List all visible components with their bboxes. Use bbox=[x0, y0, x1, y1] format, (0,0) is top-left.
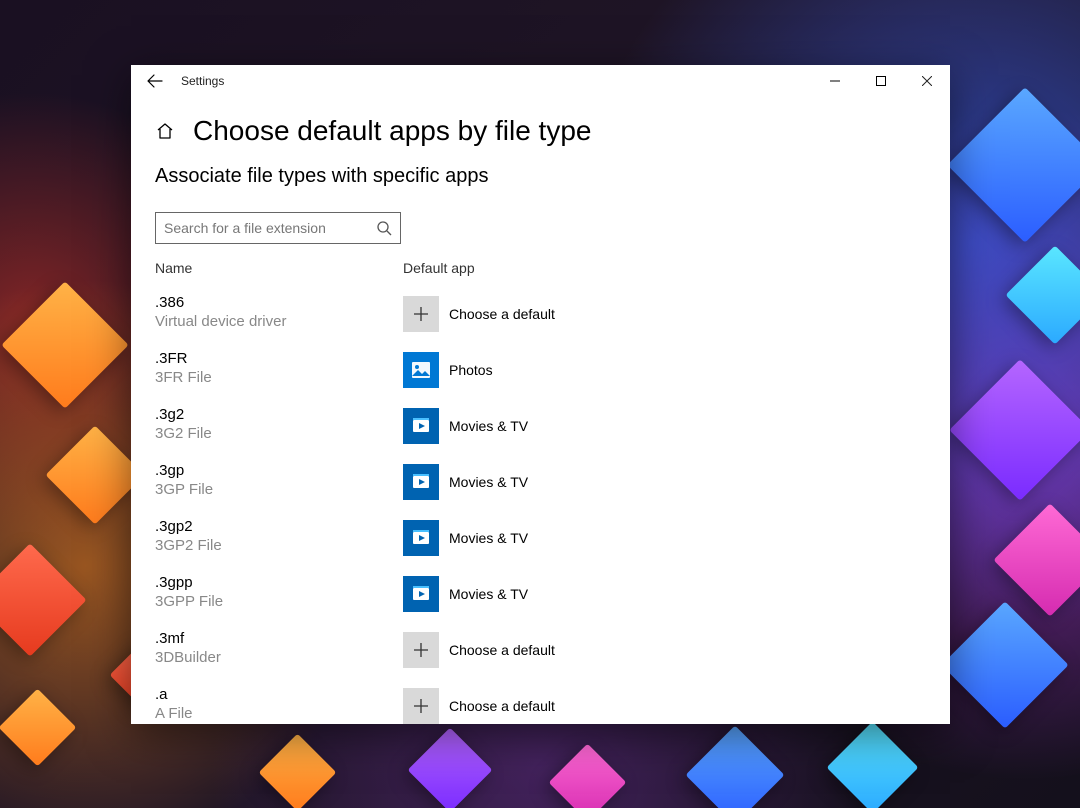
file-description: 3DBuilder bbox=[155, 649, 403, 666]
file-type-cell: .3FR 3FR File bbox=[155, 348, 403, 386]
file-description: 3GPP File bbox=[155, 593, 403, 610]
search-box[interactable] bbox=[155, 212, 401, 244]
file-type-row: .386 Virtual device driver Choose a defaul… bbox=[155, 286, 926, 342]
file-description: 3FR File bbox=[155, 369, 403, 386]
file-extension: .3g2 bbox=[155, 406, 403, 423]
column-default-app: Default app bbox=[403, 260, 926, 276]
default-app-label: Choose a default bbox=[449, 642, 555, 658]
default-app-button[interactable]: Choose a default bbox=[403, 628, 703, 672]
plus-icon bbox=[403, 632, 439, 668]
window-title: Settings bbox=[181, 74, 224, 88]
close-button[interactable] bbox=[904, 65, 950, 97]
settings-window: Settings Choose default apps by file typ… bbox=[131, 65, 950, 724]
plus-icon bbox=[403, 296, 439, 332]
close-icon bbox=[922, 76, 932, 86]
file-type-row: .a A File Choose a default bbox=[155, 678, 926, 724]
default-app-label: Photos bbox=[449, 362, 493, 378]
file-type-row: .3FR 3FR File Photos bbox=[155, 342, 926, 398]
content-area: Associate file types with specific apps … bbox=[131, 157, 950, 724]
default-app-button[interactable]: Photos bbox=[403, 348, 703, 392]
search-icon bbox=[376, 220, 392, 236]
default-app-button[interactable]: Movies & TV bbox=[403, 460, 703, 504]
file-type-cell: .3gp 3GP File bbox=[155, 460, 403, 498]
default-app-button[interactable]: Movies & TV bbox=[403, 572, 703, 616]
file-extension: .3mf bbox=[155, 630, 403, 647]
file-extension: .3gp bbox=[155, 462, 403, 479]
file-type-cell: .3mf 3DBuilder bbox=[155, 628, 403, 666]
column-name: Name bbox=[155, 260, 403, 276]
default-app-label: Movies & TV bbox=[449, 586, 528, 602]
maximize-icon bbox=[876, 76, 886, 86]
file-type-row: .3gp2 3GP2 File Movies & TV bbox=[155, 510, 926, 566]
movies-tv-app-icon bbox=[403, 520, 439, 556]
file-description: A File bbox=[155, 705, 403, 722]
plus-icon bbox=[403, 688, 439, 724]
file-type-row: .3gpp 3GPP File Movies & TV bbox=[155, 566, 926, 622]
default-app-button[interactable]: Movies & TV bbox=[403, 404, 703, 448]
default-app-button[interactable]: Movies & TV bbox=[403, 516, 703, 560]
file-type-row: .3gp 3GP File Movies & TV bbox=[155, 454, 926, 510]
page-subheading: Associate file types with specific apps bbox=[155, 165, 926, 188]
file-type-cell: .a A File bbox=[155, 684, 403, 722]
file-extension: .a bbox=[155, 686, 403, 703]
file-type-row: .3g2 3G2 File Movies & TV bbox=[155, 398, 926, 454]
file-description: Virtual device driver bbox=[155, 313, 403, 330]
file-type-cell: .3g2 3G2 File bbox=[155, 404, 403, 442]
file-type-row: .3mf 3DBuilder Choose a default bbox=[155, 622, 926, 678]
default-app-label: Movies & TV bbox=[449, 418, 528, 434]
movies-tv-app-icon bbox=[403, 576, 439, 612]
column-headers: Name Default app bbox=[155, 260, 926, 276]
file-type-cell: .386 Virtual device driver bbox=[155, 292, 403, 330]
default-app-button[interactable]: Choose a default bbox=[403, 292, 703, 336]
arrow-left-icon bbox=[147, 73, 163, 89]
search-input[interactable] bbox=[164, 220, 376, 236]
page-header: Choose default apps by file type bbox=[131, 97, 950, 157]
photos-app-icon bbox=[403, 352, 439, 388]
default-app-label: Choose a default bbox=[449, 698, 555, 714]
minimize-button[interactable] bbox=[812, 65, 858, 97]
default-app-label: Movies & TV bbox=[449, 474, 528, 490]
file-description: 3G2 File bbox=[155, 425, 403, 442]
movies-tv-app-icon bbox=[403, 464, 439, 500]
default-app-label: Choose a default bbox=[449, 306, 555, 322]
file-type-cell: .3gp2 3GP2 File bbox=[155, 516, 403, 554]
home-icon[interactable] bbox=[155, 121, 175, 141]
back-button[interactable] bbox=[131, 65, 179, 97]
file-type-cell: .3gpp 3GPP File bbox=[155, 572, 403, 610]
minimize-icon bbox=[830, 76, 840, 86]
file-extension: .3gpp bbox=[155, 574, 403, 591]
page-title: Choose default apps by file type bbox=[193, 115, 591, 147]
file-extension: .3FR bbox=[155, 350, 403, 367]
titlebar: Settings bbox=[131, 65, 950, 97]
movies-tv-app-icon bbox=[403, 408, 439, 444]
file-description: 3GP2 File bbox=[155, 537, 403, 554]
file-description: 3GP File bbox=[155, 481, 403, 498]
file-extension: .3gp2 bbox=[155, 518, 403, 535]
default-app-label: Movies & TV bbox=[449, 530, 528, 546]
file-type-list: .386 Virtual device driver Choose a defaul… bbox=[155, 286, 926, 724]
default-app-button[interactable]: Choose a default bbox=[403, 684, 703, 724]
file-extension: .386 bbox=[155, 294, 403, 311]
maximize-button[interactable] bbox=[858, 65, 904, 97]
